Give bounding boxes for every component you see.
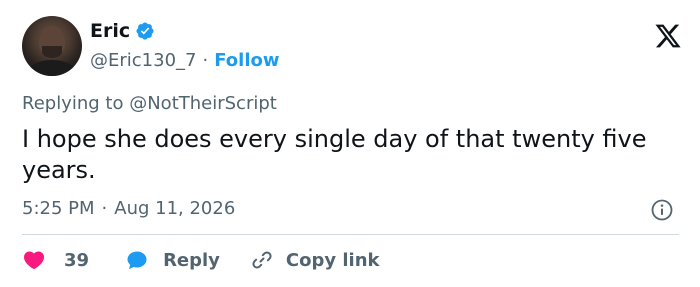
tweet-actions: 39 Reply Copy link (22, 248, 380, 272)
handle-row: @Eric130_7 · Follow (90, 50, 280, 71)
heart-icon (23, 251, 45, 270)
tweet-date: Aug 11, 2026 (114, 198, 236, 219)
info-icon[interactable] (650, 198, 674, 222)
handle-separator: · (202, 50, 209, 71)
replying-prefix: Replying to (22, 93, 124, 114)
timestamp-separator: · (101, 198, 108, 219)
like-count: 39 (64, 249, 90, 271)
avatar[interactable] (22, 16, 82, 76)
display-name[interactable]: Eric (90, 20, 130, 42)
verified-badge-icon (136, 22, 154, 40)
copy-link-button[interactable]: Copy link (250, 248, 380, 272)
tweet-text: I hope she does every single day of that… (22, 125, 647, 184)
reply-label: Reply (163, 249, 220, 271)
x-logo-icon[interactable] (654, 22, 682, 50)
link-icon (252, 251, 272, 269)
user-handle[interactable]: @Eric130_7 (90, 50, 196, 71)
name-row: Eric (90, 20, 155, 42)
like-button[interactable]: 39 (22, 248, 89, 272)
avatar-shoulders (26, 60, 78, 76)
tweet-header: Eric @Eric130_7 · Follow (22, 16, 682, 80)
follow-button[interactable]: Follow (214, 50, 279, 71)
speech-bubble-icon (127, 251, 147, 269)
tweet-time: 5:25 PM (22, 198, 95, 219)
copy-link-label: Copy link (285, 249, 380, 271)
replying-to: Replying to @NotTheirScript (22, 93, 277, 114)
divider (22, 234, 679, 235)
avatar-beard (42, 46, 62, 58)
tweet-timestamp[interactable]: 5:25 PM · Aug 11, 2026 (22, 198, 235, 219)
reply-button[interactable]: Reply (125, 248, 220, 272)
replying-mention[interactable]: @NotTheirScript (129, 93, 277, 114)
